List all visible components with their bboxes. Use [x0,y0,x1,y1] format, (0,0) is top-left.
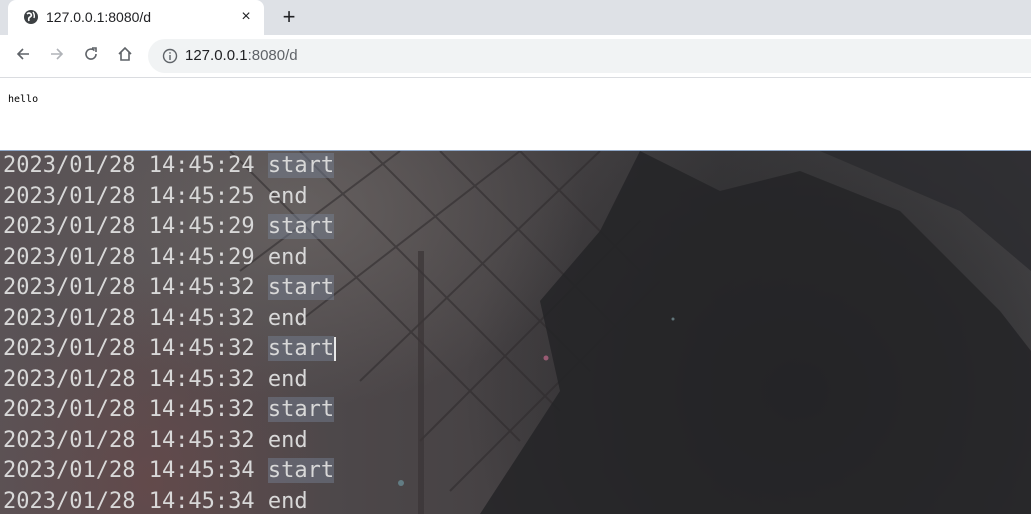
page-content: hello [0,78,1031,150]
log-timestamp: 2023/01/28 14:45:29 [3,214,255,239]
log-message: start [268,275,334,300]
log-timestamp: 2023/01/28 14:45:32 [3,367,255,392]
log-timestamp: 2023/01/28 14:45:32 [3,336,255,361]
tab-title: 127.0.0.1:8080/d [46,8,151,26]
log-message: end [268,428,308,453]
text-cursor [334,337,336,361]
arrow-left-icon [15,46,31,67]
log-timestamp: 2023/01/28 14:45:25 [3,184,255,209]
arrow-right-icon [49,46,65,67]
log-line: 2023/01/28 14:45:32 start [3,395,336,426]
url-host: 127.0.0.1 [185,47,248,64]
log-line: 2023/01/28 14:45:32 end [3,426,336,457]
back-button[interactable] [10,43,36,69]
browser-window: 127.0.0.1:8080/d × + [0,0,1031,150]
log-timestamp: 2023/01/28 14:45:34 [3,458,255,483]
browser-toolbar: 127.0.0.1:8080/d [0,35,1031,78]
log-message: end [268,306,308,331]
reload-icon [83,46,99,67]
log-message: start [268,214,334,239]
home-icon [117,46,133,67]
url-text: 127.0.0.1:8080/d [185,47,298,65]
tab-active[interactable]: 127.0.0.1:8080/d × [8,0,264,35]
log-message: end [268,184,308,209]
log-line: 2023/01/28 14:45:29 end [3,243,336,274]
info-icon[interactable] [162,48,178,64]
log-line: 2023/01/28 14:45:25 end [3,182,336,213]
home-button[interactable] [112,43,138,69]
log-line: 2023/01/28 14:45:34 end [3,487,336,514]
globe-icon [23,9,39,25]
log-timestamp: 2023/01/28 14:45:32 [3,397,255,422]
log-message: start [268,336,334,361]
forward-button[interactable] [44,43,70,69]
log-message: end [268,489,308,514]
log-message: start [268,397,334,422]
log-timestamp: 2023/01/28 14:45:34 [3,489,255,514]
log-line: 2023/01/28 14:45:32 end [3,304,336,335]
log-message: start [268,458,334,483]
log-timestamp: 2023/01/28 14:45:32 [3,306,255,331]
log-line: 2023/01/28 14:45:24 start [3,151,336,182]
log-message: start [268,153,334,178]
url-path: :8080/d [248,47,298,64]
log-output: 2023/01/28 14:45:24 start2023/01/28 14:4… [3,151,336,514]
log-timestamp: 2023/01/28 14:45:32 [3,428,255,453]
page-text: hello [8,94,38,105]
log-timestamp: 2023/01/28 14:45:32 [3,275,255,300]
terminal-window[interactable]: 2023/01/28 14:45:24 start2023/01/28 14:4… [0,150,1031,514]
log-message: end [268,367,308,392]
tab-strip: 127.0.0.1:8080/d × + [0,0,1031,35]
log-timestamp: 2023/01/28 14:45:29 [3,245,255,270]
log-timestamp: 2023/01/28 14:45:24 [3,153,255,178]
log-line: 2023/01/28 14:45:32 start [3,334,336,365]
reload-button[interactable] [78,43,104,69]
log-line: 2023/01/28 14:45:29 start [3,212,336,243]
address-bar[interactable]: 127.0.0.1:8080/d [148,39,1031,73]
close-icon[interactable]: × [236,7,256,27]
log-line: 2023/01/28 14:45:32 start [3,273,336,304]
log-line: 2023/01/28 14:45:32 end [3,365,336,396]
log-message: end [268,245,308,270]
new-tab-button[interactable]: + [276,4,302,30]
log-line: 2023/01/28 14:45:34 start [3,456,336,487]
